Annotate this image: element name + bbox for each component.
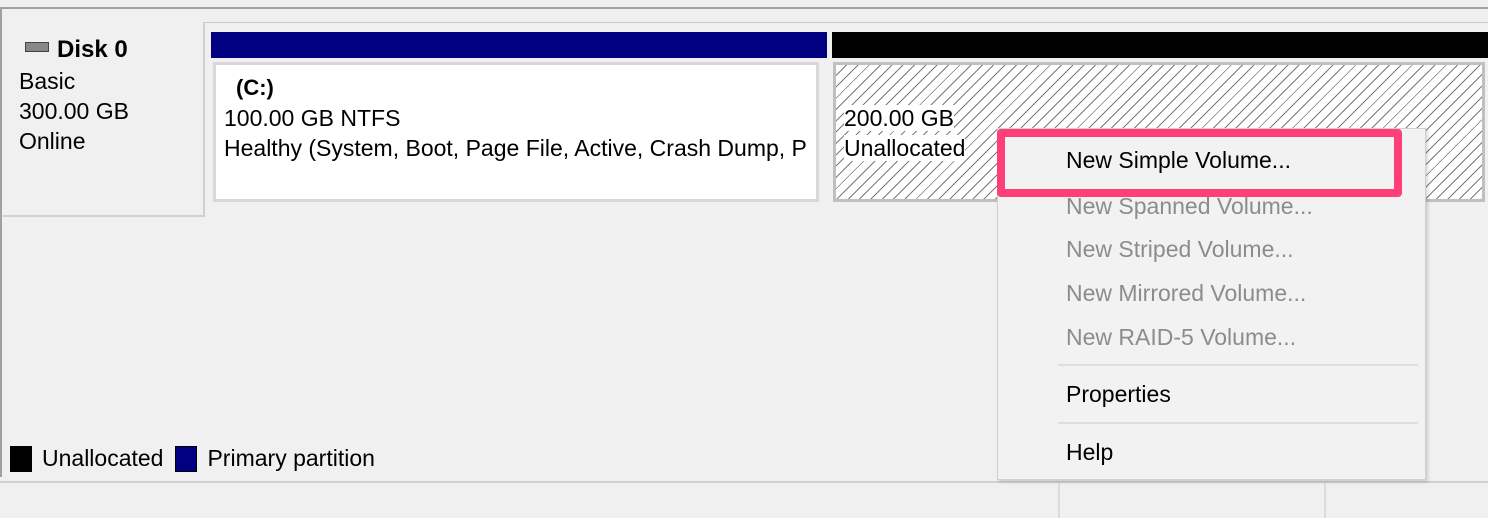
- highlight-box: [997, 129, 1402, 197]
- status-separator: [1324, 483, 1326, 518]
- volume-c-label: (C:): [236, 75, 274, 100]
- legend-unallocated-label: Unallocated: [42, 445, 164, 471]
- unallocated-bar: [832, 32, 1488, 58]
- disk-name: Disk 0: [57, 36, 128, 63]
- legend: Unallocated Primary partition: [10, 445, 387, 472]
- menu-separator: [1058, 422, 1418, 424]
- legend-primary-label: Primary partition: [207, 445, 375, 471]
- disk-status: Online: [19, 128, 86, 154]
- disk-drive-icon: [25, 42, 49, 52]
- menu-separator: [1058, 364, 1418, 366]
- disk-type: Basic: [19, 68, 76, 94]
- menu-item-help[interactable]: Help: [1066, 439, 1113, 466]
- disk-size: 300.00 GB: [19, 98, 129, 124]
- unallocated-size: 200.00 GB: [844, 105, 954, 131]
- left-divider: [0, 9, 2, 477]
- disk-info-panel[interactable]: Disk 0 Basic 300.00 GB Online: [3, 22, 205, 217]
- status-separator: [1058, 483, 1060, 518]
- menu-item-new-raid5-volume[interactable]: New RAID-5 Volume...: [1066, 324, 1296, 351]
- legend-unallocated-swatch: [10, 445, 32, 472]
- disk-title: Disk 0: [25, 36, 128, 64]
- unallocated-status: Unallocated: [844, 135, 966, 161]
- menu-item-new-mirrored-volume[interactable]: New Mirrored Volume...: [1066, 280, 1306, 307]
- top-divider: [0, 7, 1488, 9]
- legend-primary-swatch: [175, 445, 198, 472]
- volume-c-status: Healthy (System, Boot, Page File, Active…: [224, 135, 807, 161]
- primary-partition-bar: [211, 32, 827, 58]
- menu-item-properties[interactable]: Properties: [1066, 381, 1171, 408]
- menu-item-new-striped-volume[interactable]: New Striped Volume...: [1066, 236, 1294, 263]
- volume-c[interactable]: (C:) 100.00 GB NTFS Healthy (System, Boo…: [213, 62, 819, 202]
- disk-management-window: Disk 0 Basic 300.00 GB Online (C:) 100.0…: [0, 0, 1488, 518]
- volume-c-size: 100.00 GB NTFS: [224, 105, 401, 131]
- menu-item-new-spanned-volume[interactable]: New Spanned Volume...: [1066, 193, 1313, 220]
- status-bar: [0, 481, 1488, 518]
